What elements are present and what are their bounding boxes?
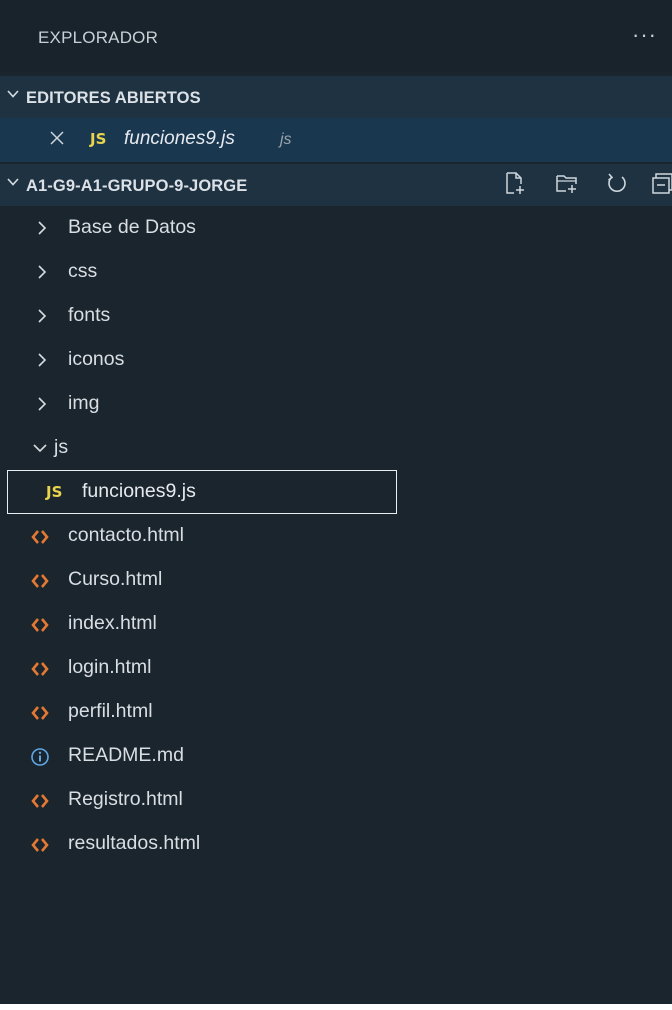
chevron-right-icon [38, 309, 47, 323]
file-item[interactable]: Curso.html [0, 558, 672, 602]
chevron-right-icon [38, 221, 47, 235]
html-icon [31, 794, 49, 808]
file-item[interactable]: login.html [0, 646, 672, 690]
chevron-down-icon [7, 178, 19, 186]
open-editor-item[interactable]: JS funciones9.js js [0, 118, 672, 162]
html-icon [31, 530, 49, 544]
chevron-down-icon [7, 90, 19, 98]
folder-item[interactable]: Base de Datos [0, 206, 672, 250]
file-item[interactable]: index.html [0, 602, 672, 646]
explorer-title-bar: EXPLORADOR ··· [0, 0, 672, 72]
chevron-right-icon [38, 265, 47, 279]
more-actions-icon[interactable]: ··· [632, 22, 657, 48]
html-icon [31, 662, 49, 676]
new-folder-icon[interactable] [554, 170, 580, 196]
open-editors-header[interactable]: EDITORES ABIERTOS [0, 76, 672, 118]
file-item[interactable]: contacto.html [0, 514, 672, 558]
file-item[interactable]: resultados.html [0, 822, 672, 866]
chevron-right-icon [38, 397, 47, 411]
new-file-icon[interactable] [502, 170, 528, 196]
file-label: Registro.html [68, 788, 183, 810]
file-label: login.html [68, 656, 152, 678]
folder-item[interactable]: css [0, 250, 672, 294]
html-icon [31, 706, 49, 720]
file-label: Curso.html [68, 568, 163, 590]
file-label: index.html [68, 612, 157, 634]
folder-label: Base de Datos [68, 216, 196, 238]
open-editor-filename: funciones9.js [124, 128, 235, 149]
workspace-label: A1-G9-A1-GRUPO-9-JORGE [26, 177, 248, 195]
explorer-title: EXPLORADOR [38, 28, 159, 47]
file-item[interactable]: Registro.html [0, 778, 672, 822]
folder-item[interactable]: iconos [0, 338, 672, 382]
folder-label: css [68, 260, 98, 282]
folder-item-expanded[interactable]: js [0, 426, 672, 470]
chevron-down-icon [33, 444, 47, 453]
explorer-panel: EXPLORADOR ··· EDITORES ABIERTOS JS func… [0, 0, 672, 1004]
selected-file-row[interactable]: JS funciones9.js [7, 470, 397, 514]
file-label: README.md [68, 744, 184, 766]
file-item[interactable]: perfil.html [0, 690, 672, 734]
open-editor-folder: js [280, 131, 292, 148]
refresh-icon[interactable] [604, 170, 630, 196]
bottom-edge [0, 1004, 672, 1010]
open-editors-label: EDITORES ABIERTOS [26, 89, 201, 107]
html-icon [31, 574, 49, 588]
chevron-right-icon [38, 353, 47, 367]
file-label: resultados.html [68, 832, 201, 854]
folder-label: js [54, 436, 69, 458]
file-item[interactable]: README.md [0, 734, 672, 778]
js-file-icon: JS [46, 483, 63, 501]
folder-label: img [68, 392, 100, 414]
folder-item[interactable]: img [0, 382, 672, 426]
collapse-all-icon[interactable] [650, 170, 672, 196]
html-icon [31, 618, 49, 632]
file-label: contacto.html [68, 524, 184, 546]
folder-item[interactable]: fonts [0, 294, 672, 338]
folder-label: iconos [68, 348, 125, 370]
folder-label: fonts [68, 304, 111, 326]
html-icon [31, 838, 49, 852]
close-icon[interactable] [48, 129, 66, 147]
file-label: perfil.html [68, 700, 153, 722]
info-icon [31, 748, 49, 766]
file-label: funciones9.js [82, 480, 196, 502]
js-file-icon: JS [90, 130, 107, 148]
